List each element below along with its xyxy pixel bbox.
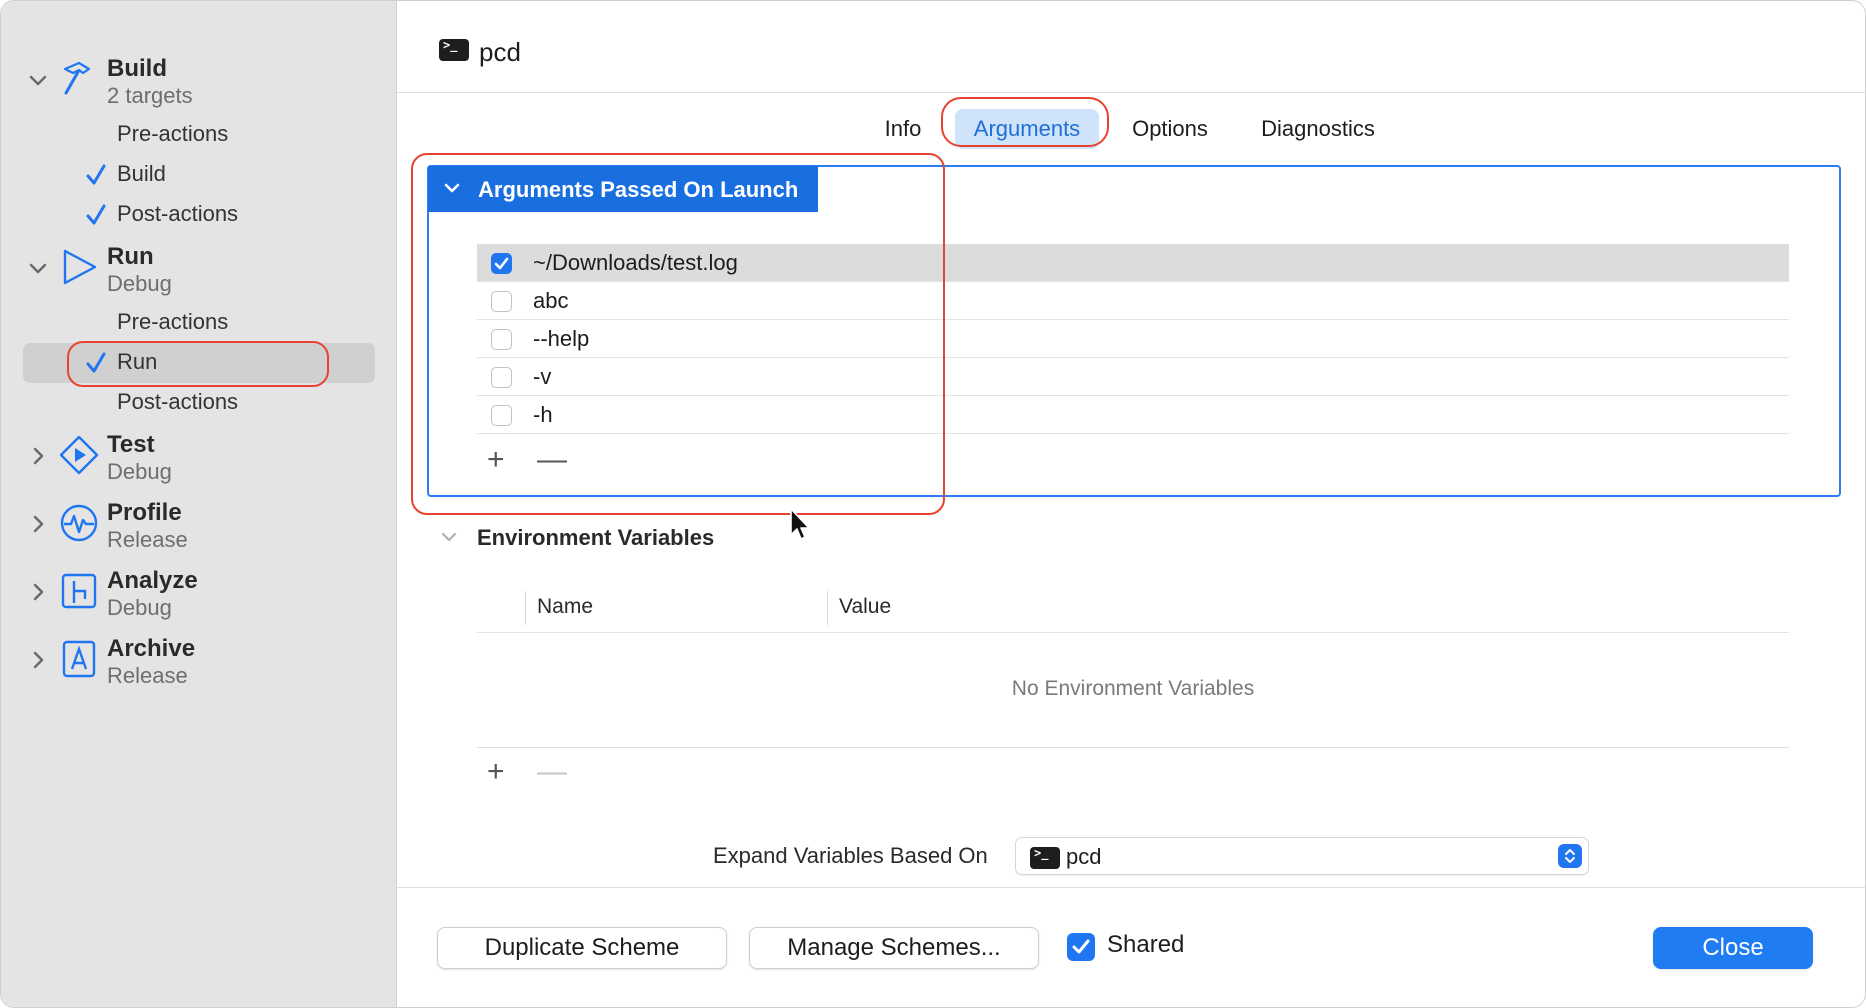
chevron-down-icon[interactable]: [439, 527, 459, 547]
tab-options[interactable]: Options: [1121, 109, 1219, 149]
argument-checkbox[interactable]: [491, 405, 512, 426]
sidebar-item-label: Post-actions: [117, 201, 239, 226]
sidebar-group-title: Archive: [107, 635, 196, 662]
argument-checkbox[interactable]: [491, 291, 512, 312]
sidebar-item-build-pre-actions[interactable]: Pre-actions: [23, 115, 375, 155]
tab-diagnostics[interactable]: Diagnostics: [1251, 109, 1385, 149]
column-separator: [525, 591, 526, 625]
sidebar-item-run-post-actions[interactable]: Post-actions: [23, 383, 375, 423]
checkmark-icon: [86, 352, 106, 373]
argument-row[interactable]: -v: [477, 358, 1789, 396]
chevron-right-icon[interactable]: [27, 513, 49, 535]
hammer-icon: [63, 61, 91, 95]
sidebar-group-title: Profile: [107, 499, 182, 526]
argument-value[interactable]: abc: [533, 288, 568, 314]
sidebar-item-build-post-actions[interactable]: Post-actions: [23, 195, 375, 235]
sidebar-group-title: Test: [107, 431, 155, 458]
close-button[interactable]: Close: [1653, 927, 1813, 969]
diamond-play-icon: [59, 435, 99, 475]
sidebar: Build 2 targets Pre-actions Build Post-a…: [1, 1, 397, 1007]
argument-row[interactable]: --help: [477, 320, 1789, 358]
sidebar-group-subtitle: Debug: [107, 595, 172, 620]
sidebar-group-title: Analyze: [107, 567, 198, 594]
chevron-down-icon[interactable]: [27, 257, 49, 279]
sidebar-group-analyze[interactable]: Analyze Debug: [1, 561, 397, 623]
shared-checkbox[interactable]: [1067, 933, 1095, 961]
sidebar-group-subtitle: Debug: [107, 459, 172, 484]
sidebar-item-run-run[interactable]: Run: [23, 343, 375, 383]
expand-variables-value: pcd: [1066, 844, 1102, 869]
argument-value[interactable]: -v: [533, 364, 551, 390]
chevron-right-icon[interactable]: [27, 445, 49, 467]
column-header-value[interactable]: Value: [839, 595, 891, 619]
environment-section-title[interactable]: Environment Variables: [477, 525, 714, 551]
argument-row[interactable]: ~/Downloads/test.log: [477, 244, 1789, 282]
sidebar-group-subtitle: Debug: [107, 271, 172, 296]
editor-header: pcd: [397, 1, 1865, 93]
checkmark-icon: [494, 257, 508, 269]
scheme-editor-window: Build 2 targets Pre-actions Build Post-a…: [0, 0, 1866, 1008]
sidebar-item-build-build[interactable]: Build: [23, 155, 375, 195]
environment-empty-text: No Environment Variables: [1011, 677, 1255, 700]
branch-analyze-icon: [61, 573, 97, 609]
scheme-target-title: pcd: [479, 37, 521, 67]
chevron-down-icon[interactable]: [27, 69, 49, 91]
sidebar-group-build[interactable]: Build 2 targets: [1, 49, 397, 111]
argument-value[interactable]: ~/Downloads/test.log: [533, 250, 738, 276]
checkmark-icon: [86, 164, 106, 185]
terminal-icon: [439, 38, 469, 61]
sidebar-item-label: Pre-actions: [117, 121, 229, 146]
sidebar-group-test[interactable]: Test Debug: [1, 425, 397, 487]
sidebar-item-label: Post-actions: [117, 389, 239, 414]
sidebar-item-label: Pre-actions: [117, 309, 229, 334]
tab-info[interactable]: Info: [873, 109, 933, 149]
argument-row[interactable]: -h: [477, 396, 1789, 434]
sidebar-group-run[interactable]: Run Debug: [1, 237, 397, 299]
archive-a-icon: [62, 640, 96, 678]
mouse-cursor-icon: [790, 508, 810, 540]
argument-checkbox[interactable]: [491, 329, 512, 350]
sidebar-group-subtitle: Release: [107, 663, 188, 688]
argument-checkbox[interactable]: [491, 253, 512, 274]
sidebar-group-archive[interactable]: Archive Release: [1, 629, 397, 691]
chevron-right-icon[interactable]: [27, 581, 49, 603]
argument-checkbox[interactable]: [491, 367, 512, 388]
sidebar-group-profile[interactable]: Profile Release: [1, 493, 397, 555]
argument-value[interactable]: -h: [533, 402, 553, 428]
expand-variables-label: Expand Variables Based On: [713, 843, 988, 868]
expand-variables-popup[interactable]: pcd: [1015, 837, 1589, 875]
sidebar-group-title: Run: [107, 243, 154, 270]
column-header-name[interactable]: Name: [537, 595, 593, 619]
sidebar-item-run-pre-actions[interactable]: Pre-actions: [23, 303, 375, 343]
remove-argument-button[interactable]: —: [537, 445, 567, 475]
remove-environment-variable-button: —: [537, 755, 567, 788]
sidebar-group-subtitle: Release: [107, 527, 188, 552]
divider: [477, 747, 1789, 748]
checkmark-icon: [86, 204, 106, 225]
checkmark-icon: [1072, 939, 1090, 954]
arguments-section-title: Arguments Passed On Launch: [478, 177, 799, 202]
play-triangle-icon: [63, 249, 97, 285]
shared-label[interactable]: Shared: [1107, 931, 1184, 959]
add-environment-variable-button[interactable]: +: [487, 757, 505, 787]
chevron-down-icon[interactable]: [442, 178, 462, 198]
sidebar-group-title: Build: [107, 55, 167, 82]
tab-arguments[interactable]: Arguments: [955, 109, 1099, 149]
manage-schemes-button[interactable]: Manage Schemes...: [749, 927, 1039, 969]
terminal-icon: [1030, 846, 1060, 869]
argument-row[interactable]: abc: [477, 282, 1789, 320]
waveform-gauge-icon: [60, 504, 98, 542]
add-argument-button[interactable]: +: [487, 445, 505, 475]
sidebar-item-label: Run: [117, 349, 158, 374]
environment-table-header: Name Value: [477, 587, 1789, 633]
up-down-chevron-icon[interactable]: [1558, 844, 1582, 868]
sidebar-item-label: Build: [117, 161, 166, 186]
arguments-section-header[interactable]: Arguments Passed On Launch: [428, 166, 818, 212]
argument-value[interactable]: --help: [533, 326, 589, 352]
sidebar-group-subtitle: 2 targets: [107, 83, 193, 108]
duplicate-scheme-button[interactable]: Duplicate Scheme: [437, 927, 727, 969]
chevron-right-icon[interactable]: [27, 649, 49, 671]
column-separator: [827, 591, 828, 625]
